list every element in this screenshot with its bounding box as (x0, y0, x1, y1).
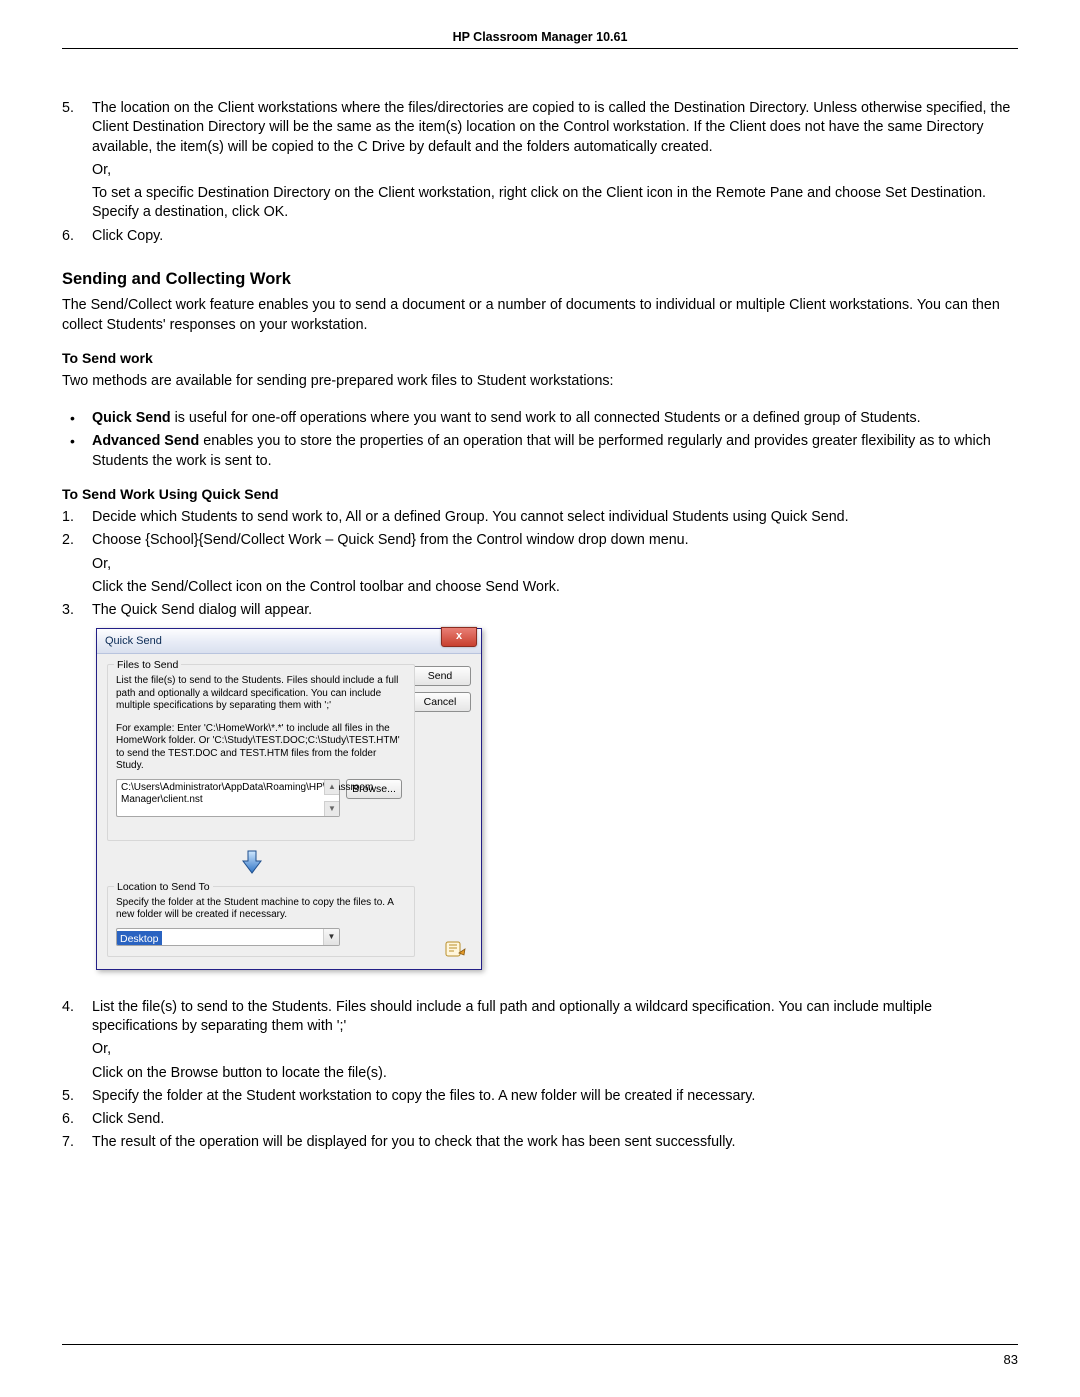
files-help-2: For example: Enter 'C:\HomeWork\*.*' to … (116, 723, 406, 773)
quick-send-label: Quick Send (92, 410, 171, 426)
post-step-7: 7. The result of the operation will be d… (62, 1133, 1018, 1152)
or-label: Or, (92, 555, 1018, 574)
cancel-button[interactable]: Cancel (409, 692, 471, 712)
quick-send-heading: To Send Work Using Quick Send (62, 485, 1018, 504)
location-value: Desktop (117, 931, 162, 946)
dialog-titlebar[interactable]: Quick Send x (97, 629, 481, 654)
advanced-send-text: enables you to store the properties of a… (92, 433, 991, 468)
arrow-down-icon (107, 849, 397, 881)
list-marker: 6. (62, 227, 74, 246)
files-path-input[interactable]: C:\Users\Administrator\AppData\Roaming\H… (116, 779, 340, 817)
list-marker: 5. (62, 99, 74, 118)
section-heading: Sending and Collecting Work (62, 268, 1018, 290)
send-button[interactable]: Send (409, 666, 471, 686)
page-header: HP Classroom Manager 10.61 (62, 30, 1018, 49)
advanced-send-label: Advanced Send (92, 433, 199, 449)
post-step-5-text: Specify the folder at the Student workst… (92, 1088, 755, 1104)
dialog-side-buttons: Send Cancel (409, 666, 471, 718)
advanced-send-bullet: Advanced Send enables you to store the p… (62, 432, 1018, 471)
quick-send-steps: 1. Decide which Students to send work to… (62, 508, 1018, 620)
dialog-title: Quick Send (105, 634, 162, 649)
location-combo[interactable]: Desktop ▼ (116, 928, 340, 946)
files-legend: Files to Send (114, 658, 181, 672)
qs-step-3: 3. The Quick Send dialog will appear. (62, 601, 1018, 620)
list-marker: 6. (62, 1110, 74, 1129)
step-6: 6. Click Copy. (62, 227, 1018, 246)
post-dialog-steps: 4. List the file(s) to send to the Stude… (62, 998, 1018, 1153)
step-5-paragraph-1: The location on the Client workstations … (92, 99, 1018, 157)
page-number: 83 (1004, 1352, 1018, 1367)
numbered-list-continued: 5. The location on the Client workstatio… (62, 99, 1018, 246)
scroll-up-icon[interactable]: ▲ (324, 780, 339, 795)
post-step-4: 4. List the file(s) to send to the Stude… (62, 998, 1018, 1083)
step-5: 5. The location on the Client workstatio… (62, 99, 1018, 223)
location-group: Location to Send To Specify the folder a… (107, 886, 415, 957)
list-marker: 2. (62, 531, 74, 550)
post-step-6: 6. Click Send. (62, 1110, 1018, 1129)
chevron-down-icon[interactable]: ▼ (323, 929, 339, 945)
quick-send-text: is useful for one-off operations where y… (171, 410, 921, 426)
post-step-6-text: Click Send. (92, 1111, 164, 1127)
qs-step-2b: Click the Send/Collect icon on the Contr… (92, 578, 1018, 597)
files-help-1: List the file(s) to send to the Students… (116, 675, 406, 713)
help-icon[interactable] (445, 939, 467, 959)
to-send-work-heading: To Send work (62, 349, 1018, 368)
section-intro: The Send/Collect work feature enables yo… (62, 296, 1018, 335)
page-content: 5. The location on the Client workstatio… (62, 99, 1018, 1153)
location-legend: Location to Send To (114, 880, 213, 894)
files-to-send-group: Files to Send List the file(s) to send t… (107, 664, 415, 841)
step-6-text: Click Copy. (92, 228, 163, 244)
list-marker: 4. (62, 998, 74, 1017)
list-marker: 7. (62, 1133, 74, 1152)
qs-step-2: 2. Choose {School}{Send/Collect Work – Q… (62, 531, 1018, 597)
or-label: Or, (92, 1040, 1018, 1059)
step-5-paragraph-2: To set a specific Destination Directory … (92, 184, 1018, 223)
to-send-intro: Two methods are available for sending pr… (62, 372, 1018, 391)
document-page: HP Classroom Manager 10.61 5. The locati… (0, 0, 1080, 1397)
qs-step-1-text: Decide which Students to send work to, A… (92, 509, 849, 525)
list-marker: 1. (62, 508, 74, 527)
dialog-body: Send Cancel Files to Send List the file(… (97, 654, 481, 968)
scroll-down-icon[interactable]: ▼ (324, 801, 339, 816)
close-button[interactable]: x (441, 627, 477, 647)
quick-send-dialog: Quick Send x Send Cancel Files to Send L… (96, 628, 482, 969)
location-help: Specify the folder at the Student machin… (116, 897, 406, 922)
qs-step-1: 1. Decide which Students to send work to… (62, 508, 1018, 527)
post-step-7-text: The result of the operation will be disp… (92, 1134, 735, 1150)
post-step-5: 5. Specify the folder at the Student wor… (62, 1087, 1018, 1106)
send-methods-list: Quick Send is useful for one-off operati… (62, 409, 1018, 471)
list-marker: 3. (62, 601, 74, 620)
qs-step-2a: Choose {School}{Send/Collect Work – Quic… (92, 531, 1018, 550)
close-icon: x (456, 630, 462, 642)
post-step-4b: Click on the Browse button to locate the… (92, 1064, 1018, 1083)
quick-send-bullet: Quick Send is useful for one-off operati… (62, 409, 1018, 428)
post-step-4a: List the file(s) to send to the Students… (92, 998, 1018, 1037)
or-label: Or, (92, 161, 1018, 180)
footer-rule (62, 1344, 1018, 1345)
list-marker: 5. (62, 1087, 74, 1106)
qs-step-3-text: The Quick Send dialog will appear. (92, 602, 312, 618)
